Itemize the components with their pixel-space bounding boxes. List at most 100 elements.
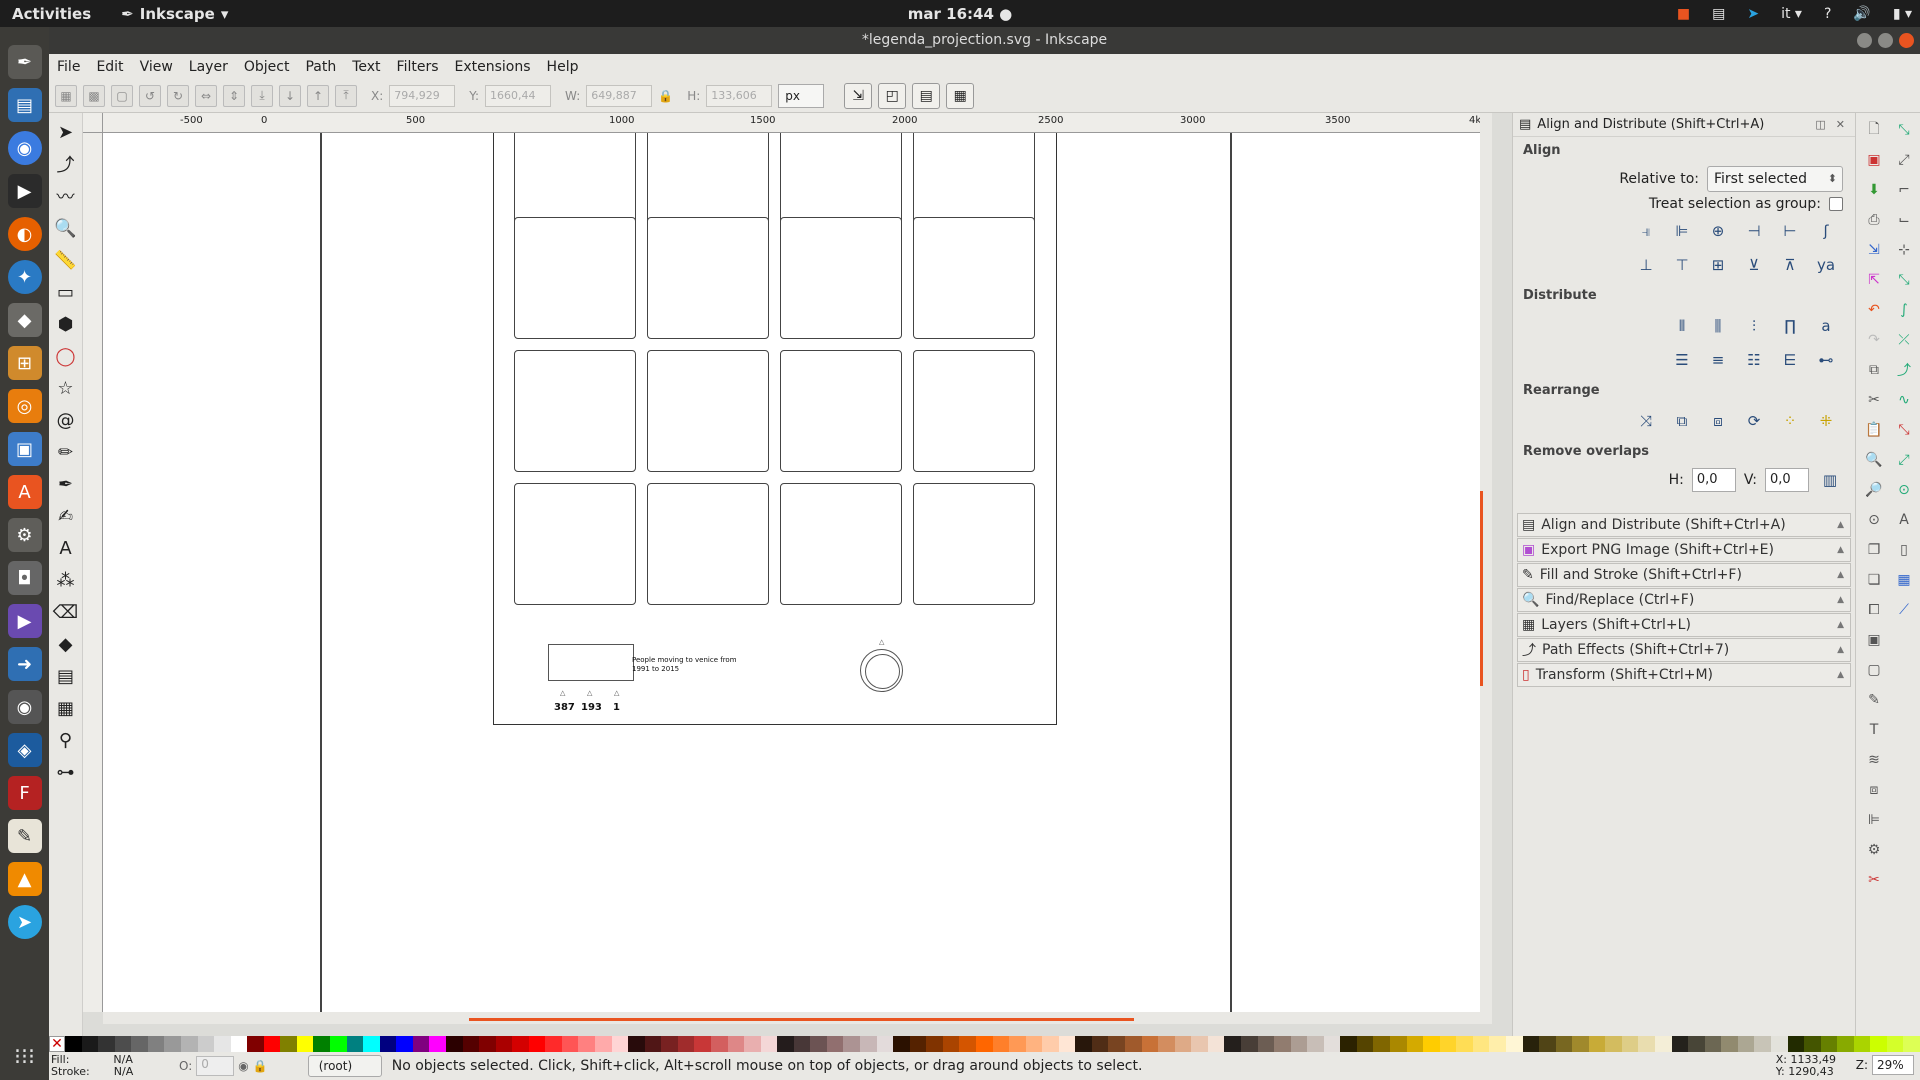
fill-stroke-indicator[interactable]: Fill: N/A Stroke: N/A [49,1054,149,1078]
select-all-layers-icon[interactable]: ▩ [83,84,105,107]
color-swatch[interactable] [1688,1036,1705,1052]
telegram-icon[interactable]: ➤ [1747,6,1759,22]
distribute-baseline-v-icon[interactable]: ⊷ [1813,347,1839,373]
color-swatch[interactable] [180,1036,198,1052]
color-swatch[interactable] [1125,1036,1142,1052]
distribute-gaps-h-icon[interactable]: ∏ [1777,313,1803,339]
legend-number[interactable]: 193 [581,702,602,713]
color-swatch[interactable] [727,1036,745,1052]
exchange-selection-icon[interactable]: ⧉ [1669,408,1695,434]
snap-guide-icon[interactable]: ⟋ [1893,599,1915,621]
firefox-icon[interactable]: ◐ [7,217,42,251]
battery-icon[interactable]: ▮ ▾ [1893,6,1912,22]
align-top-to-bottom-icon[interactable]: ⊼ [1777,252,1803,278]
color-swatch[interactable] [1870,1036,1887,1052]
menu-help[interactable]: Help [539,59,587,75]
document-properties-icon[interactable]: ✂ [1863,869,1885,891]
rotate-ccw-icon[interactable]: ↺ [139,84,161,107]
color-swatch[interactable] [1340,1036,1357,1052]
color-swatch[interactable] [164,1036,181,1052]
dialog-tab-align[interactable]: ▤ Align and Distribute (Shift+Ctrl+A) ▲ [1517,513,1851,537]
eye-icon[interactable]: ◉ [238,1059,248,1073]
color-swatch[interactable] [346,1036,364,1052]
color-swatch[interactable] [280,1036,297,1052]
raise-top-icon[interactable]: ⤒ [335,84,357,107]
distribute-center-h-icon[interactable]: ⫼ [1705,313,1731,339]
color-swatch[interactable] [810,1036,827,1052]
color-swatch[interactable] [644,1036,662,1052]
color-swatch[interactable] [296,1036,314,1052]
color-swatch[interactable] [1390,1036,1407,1052]
w-field[interactable]: 649,887 [586,84,653,107]
dialog-tab-path-effects[interactable]: ⤴ Path Effects (Shift+Ctrl+7) ▲ [1517,638,1851,662]
color-swatch[interactable] [462,1036,480,1052]
color-swatch[interactable] [1290,1036,1308,1052]
color-swatch[interactable] [1505,1036,1523,1052]
distribute-right-icon[interactable]: ⫶ [1741,313,1767,339]
software-center-icon[interactable]: A [7,475,42,509]
close-icon[interactable] [1899,33,1914,48]
vlc-icon[interactable]: ▲ [7,862,42,896]
fill-stroke-dialog-icon[interactable]: ✎ [1863,689,1885,711]
import-icon[interactable]: ⇲ [1863,239,1885,261]
color-swatch[interactable] [628,1036,645,1052]
3d-box-tool-icon[interactable]: ⬢ [53,311,79,337]
distribute-center-v-icon[interactable]: ≡ [1705,347,1731,373]
scroll-thumb[interactable] [1480,491,1483,686]
no-paint-swatch[interactable]: ✕ [49,1036,65,1052]
distribute-bottom-icon[interactable]: ☷ [1741,347,1767,373]
color-swatch[interactable] [1572,1036,1589,1052]
color-swatch[interactable] [694,1036,711,1052]
align-dialog-icon[interactable]: ⊫ [1863,809,1885,831]
overlap-v-spin[interactable]: 0,0 [1765,468,1809,492]
snap-bbox-corner-icon[interactable]: ⌙ [1893,209,1915,231]
dropper-tool-icon[interactable]: ⚲ [53,727,79,753]
color-swatch[interactable] [379,1036,397,1052]
grid-cell[interactable] [780,350,902,472]
color-swatch[interactable] [893,1036,910,1052]
color-swatch[interactable] [1903,1036,1920,1052]
align-left-edges-icon[interactable]: ⊫ [1669,218,1695,244]
y-field[interactable]: 1660,44 [485,84,552,107]
center-horizontal-axis-icon[interactable]: ⊞ [1705,252,1731,278]
distribute-baseline-h-icon[interactable]: a [1813,313,1839,339]
zoom-tool-icon[interactable]: 🔍 [53,215,79,241]
copy-icon[interactable]: ⧉ [1863,359,1885,381]
grid-cell[interactable] [514,350,636,472]
paint-bucket-tool-icon[interactable]: ◆ [53,631,79,657]
color-swatch[interactable] [363,1036,380,1052]
snap-bbox-edge-icon[interactable]: ⌐ [1893,179,1915,201]
menu-extensions[interactable]: Extensions [447,59,539,75]
print-icon[interactable]: ⎙ [1863,209,1885,231]
show-applications-icon[interactable]: ⁝⁝⁝ [14,1045,35,1070]
scale-corners-icon[interactable]: ◰ [878,82,907,109]
panel-close-icon[interactable]: ✕ [1836,118,1845,131]
color-swatch[interactable] [1307,1036,1324,1052]
color-swatch[interactable] [777,1036,794,1052]
color-swatch[interactable] [595,1036,612,1052]
color-swatch[interactable] [114,1036,132,1052]
color-swatch[interactable] [1804,1036,1821,1052]
color-swatch[interactable] [793,1036,811,1052]
dialog-tab-find-replace[interactable]: 🔍 Find/Replace (Ctrl+F) ▲ [1517,588,1851,612]
text-tool-icon[interactable]: A [53,535,79,561]
scale-stroke-icon[interactable]: ⇲ [844,82,873,109]
menu-path[interactable]: Path [297,59,344,75]
color-swatch[interactable] [677,1036,695,1052]
tweak-tool-icon[interactable]: 〰 [53,183,79,209]
exchange-clockwise-icon[interactable]: ⟳ [1741,408,1767,434]
deselect-icon[interactable]: ▢ [111,84,133,107]
color-swatch[interactable] [1108,1036,1125,1052]
color-swatch[interactable] [81,1036,99,1052]
spiral-tool-icon[interactable]: @ [53,407,79,433]
snap-bbox-mid-icon[interactable]: ⊹ [1893,239,1915,261]
settings-tool-icon[interactable]: ⚙ [7,518,42,552]
rectangle-tool-icon[interactable]: ▭ [53,279,79,305]
unlink-clone-icon[interactable]: ⧠ [1863,599,1885,621]
color-swatch[interactable] [1323,1036,1341,1052]
grid-cell[interactable] [913,217,1035,339]
select-all-icon[interactable]: ▦ [55,84,77,107]
color-swatch[interactable] [1224,1036,1241,1052]
gimp-icon[interactable]: ◆ [7,303,42,337]
color-swatch[interactable] [1787,1036,1805,1052]
